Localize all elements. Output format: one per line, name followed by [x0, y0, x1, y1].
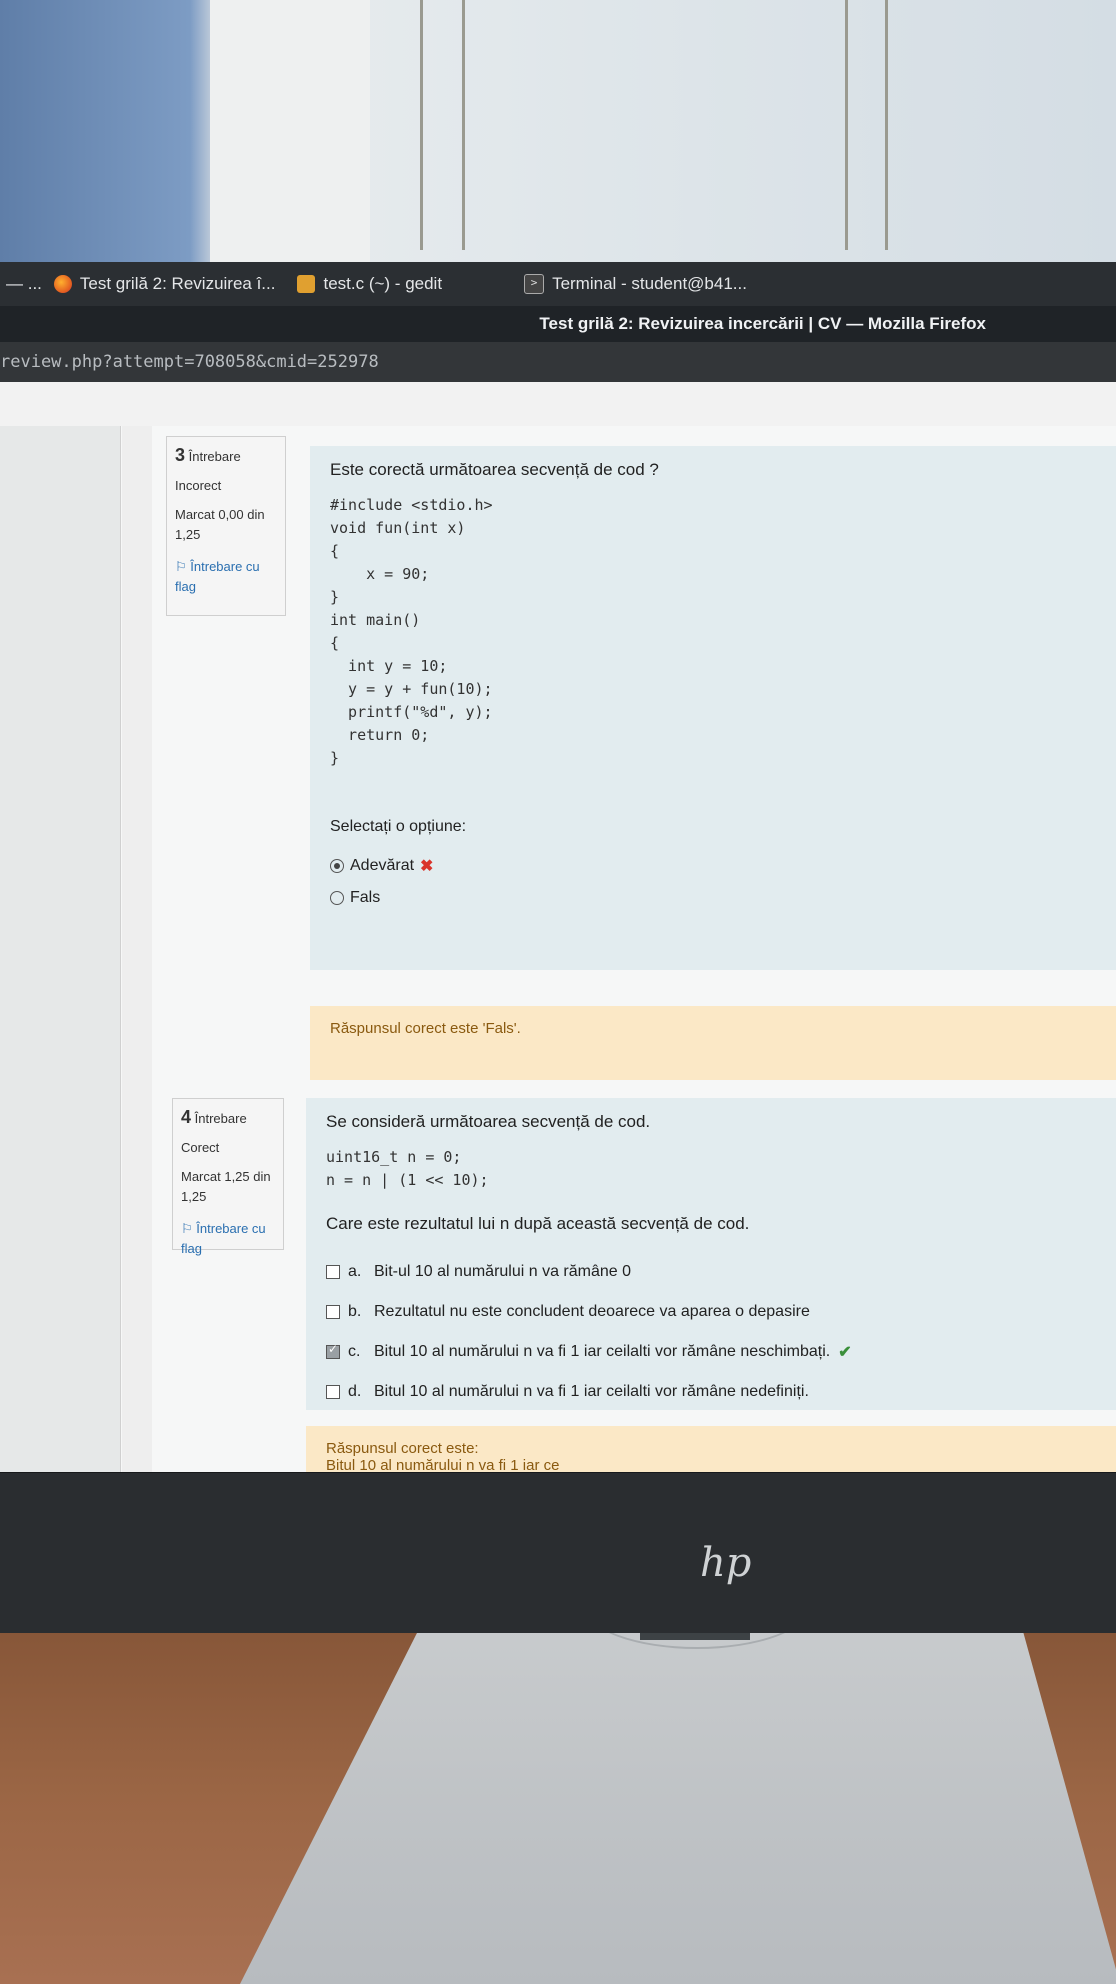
taskbar-item-label: Test grilă 2: Revizuirea î... [79, 274, 276, 293]
checkbox[interactable] [326, 1385, 340, 1399]
option-letter: c. [348, 1343, 361, 1360]
code-block: uint16_t n = 0; n = n | (1 << 10); [326, 1148, 489, 1189]
option-c[interactable]: c. Bitul 10 al numărului n va fi 1 iar c… [326, 1332, 1096, 1372]
window-title: Test grilă 2: Revizuirea incercării | CV… [0, 306, 1116, 342]
option-label: Bitul 10 al numărului n va fi 1 iar ceil… [374, 1343, 831, 1360]
flag-question-link[interactable]: ⚐ Întrebare cu flag [175, 557, 277, 597]
option-letter: b. [348, 1303, 362, 1320]
correct-icon: ✔ [838, 1344, 852, 1361]
option-label: Rezultatul nu este concludent deoarece v… [374, 1303, 810, 1320]
taskbar-item-firefox[interactable]: Test grilă 2: Revizuirea î... [48, 274, 282, 294]
url-bar[interactable]: review.php?attempt=708058&cmid=252978 [0, 342, 1116, 382]
option-adevarat[interactable]: Adevărat ✖ [330, 850, 1096, 882]
radio-button[interactable] [330, 859, 344, 873]
option-letter: d. [348, 1383, 362, 1400]
checkbox[interactable] [326, 1342, 340, 1359]
flag-icon: ⚐ [181, 1221, 197, 1236]
room-wall [0, 0, 1116, 262]
feedback-text: Răspunsul corect este 'Fals'. [330, 1020, 521, 1037]
question-subtext: Care este rezultatul lui n după această … [326, 1214, 750, 1233]
question-grade: Marcat 0,00 din 1,25 [175, 507, 265, 542]
question-label: Întrebare [188, 449, 241, 464]
taskbar-item-label: test.c (~) - gedit [323, 274, 443, 293]
option-label: Adevărat [350, 857, 415, 874]
option-label: Fals [350, 889, 381, 906]
question-number: 4 [181, 1107, 192, 1127]
option-b[interactable]: b. Rezultatul nu este concludent deoarec… [326, 1292, 1096, 1332]
taskbar: — ... Test grilă 2: Revizuirea î... test… [0, 262, 1116, 306]
left-gutter [122, 426, 152, 1472]
terminal-icon: > [524, 274, 545, 294]
feedback-text: Bitul 10 al numărului n va fi 1 iar ce [326, 1457, 560, 1472]
feedback-4: Răspunsul corect este: Bitul 10 al număr… [306, 1426, 1116, 1472]
option-a[interactable]: a. Bit-ul 10 al numărului n va rămâne 0 [326, 1252, 1096, 1292]
question-state: Corect [181, 1140, 220, 1155]
firefox-icon [53, 275, 72, 293]
question-body-4: Se consideră următoarea secvență de cod.… [306, 1098, 1116, 1410]
question-number: 3 [175, 445, 186, 465]
left-sidebar [0, 426, 121, 1472]
blind-cord [420, 0, 423, 250]
option-d[interactable]: d. Bitul 10 al numărului n va fi 1 iar c… [326, 1372, 1096, 1412]
radio-button[interactable] [330, 891, 344, 905]
option-fals[interactable]: Fals [330, 882, 1096, 914]
url-text: review.php?attempt=708058&cmid=252978 [0, 352, 379, 372]
window-frame [210, 0, 370, 262]
options-prompt: Selectați o opțiune: [330, 818, 467, 835]
checkbox[interactable] [326, 1265, 340, 1279]
flag-question-link[interactable]: ⚐ Întrebare cu flag [181, 1219, 275, 1259]
feedback-3: Răspunsul corect este 'Fals'. [310, 1006, 1116, 1080]
blind-cord [462, 0, 465, 250]
code-block: #include <stdio.h> void fun(int x) { x =… [330, 496, 493, 767]
gedit-icon [297, 275, 316, 293]
question-text: Este corectă următoarea secvență de cod … [330, 460, 659, 479]
question-label: Întrebare [194, 1111, 247, 1126]
question-info-3: 3 Întrebare Incorect Marcat 0,00 din 1,2… [166, 436, 286, 616]
question-grade: Marcat 1,25 din 1,25 [181, 1169, 271, 1204]
hp-logo: hp [700, 1540, 752, 1586]
taskbar-item-terminal[interactable]: > Terminal - student@b41... [518, 274, 753, 294]
option-letter: a. [348, 1263, 362, 1280]
taskbar-item-gedit[interactable]: test.c (~) - gedit [291, 274, 448, 294]
question-body-3: Este corectă următoarea secvență de cod … [310, 446, 1116, 970]
feedback-title: Răspunsul corect este: [326, 1440, 479, 1457]
taskbar-item-label: Terminal - student@b41... [552, 274, 747, 293]
taskbar-prefix-text: — ... [6, 274, 42, 293]
question-state: Incorect [175, 478, 222, 493]
page-header-strip [0, 382, 1116, 427]
incorrect-icon: ✖ [420, 858, 434, 875]
blind-cord [845, 0, 848, 250]
option-label: Bitul 10 al numărului n va fi 1 iar ceil… [374, 1383, 809, 1400]
checkbox[interactable] [326, 1305, 340, 1319]
taskbar-prefix: — ... [0, 274, 48, 294]
blind-cord [885, 0, 888, 250]
page-content: 3 Întrebare Incorect Marcat 0,00 din 1,2… [0, 426, 1116, 1472]
question-info-4: 4 Întrebare Corect Marcat 1,25 din 1,25 … [172, 1098, 284, 1256]
question-text: Se consideră următoarea secvență de cod. [326, 1112, 651, 1131]
flag-icon: ⚐ [175, 559, 191, 574]
monitor-bezel [0, 1470, 1116, 1633]
option-label: Bit-ul 10 al numărului n va rămâne 0 [374, 1263, 632, 1280]
monitor-screen: — ... Test grilă 2: Revizuirea î... test… [0, 262, 1116, 1472]
